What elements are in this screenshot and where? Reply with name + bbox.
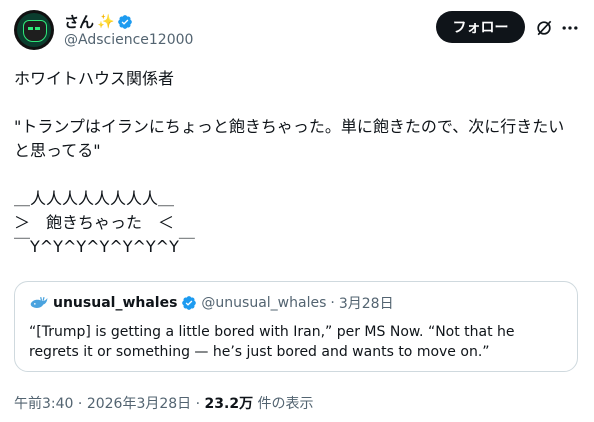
quoted-tweet-header: unusual_whales @unusual_whales · 3月28日	[29, 293, 394, 313]
grok-icon[interactable]	[534, 18, 554, 38]
verified-badge-icon	[182, 296, 197, 310]
author-display-name[interactable]: さん	[64, 11, 94, 32]
quoted-tweet-text: “[Trump] is getting a little bored with …	[29, 324, 515, 360]
dot-separator: ·	[77, 396, 87, 412]
view-count-label: 件の表示	[257, 396, 314, 412]
tweet-date[interactable]: 2026年3月28日	[87, 396, 191, 412]
follow-button[interactable]: フォロー	[436, 11, 525, 43]
quoted-date[interactable]: 3月28日	[339, 293, 394, 313]
dot-separator: ·	[195, 396, 205, 412]
avatar-eye-right	[35, 27, 40, 30]
tweet-text: ホワイトハウス関係者 "トランプはイランにちょっと飽きちゃった。単に飽きたので、…	[14, 69, 565, 256]
verified-badge-icon	[118, 14, 133, 29]
quoted-author-handle[interactable]: @unusual_whales	[201, 295, 326, 311]
avatar-mask-graphic	[23, 20, 47, 42]
tweet-time[interactable]: 午前3:40	[14, 396, 73, 412]
view-count: 23.2万	[204, 396, 254, 412]
author-handle[interactable]: @Adscience12000	[64, 32, 193, 48]
author-name-row[interactable]: さん ✨	[64, 11, 133, 32]
dot-separator: ·	[330, 295, 335, 311]
whale-icon[interactable]	[29, 293, 49, 313]
quoted-tweet[interactable]: unusual_whales @unusual_whales · 3月28日 “…	[14, 281, 578, 372]
sparkle-emoji: ✨	[97, 13, 115, 30]
more-options-icon[interactable]	[560, 18, 580, 38]
tweet-meta: 午前3:40 · 2026年3月28日 · 23.2万 件の表示	[14, 393, 314, 413]
quoted-author-name[interactable]: unusual_whales	[53, 295, 177, 311]
author-avatar[interactable]	[14, 10, 54, 50]
avatar-eye-left	[28, 27, 33, 30]
